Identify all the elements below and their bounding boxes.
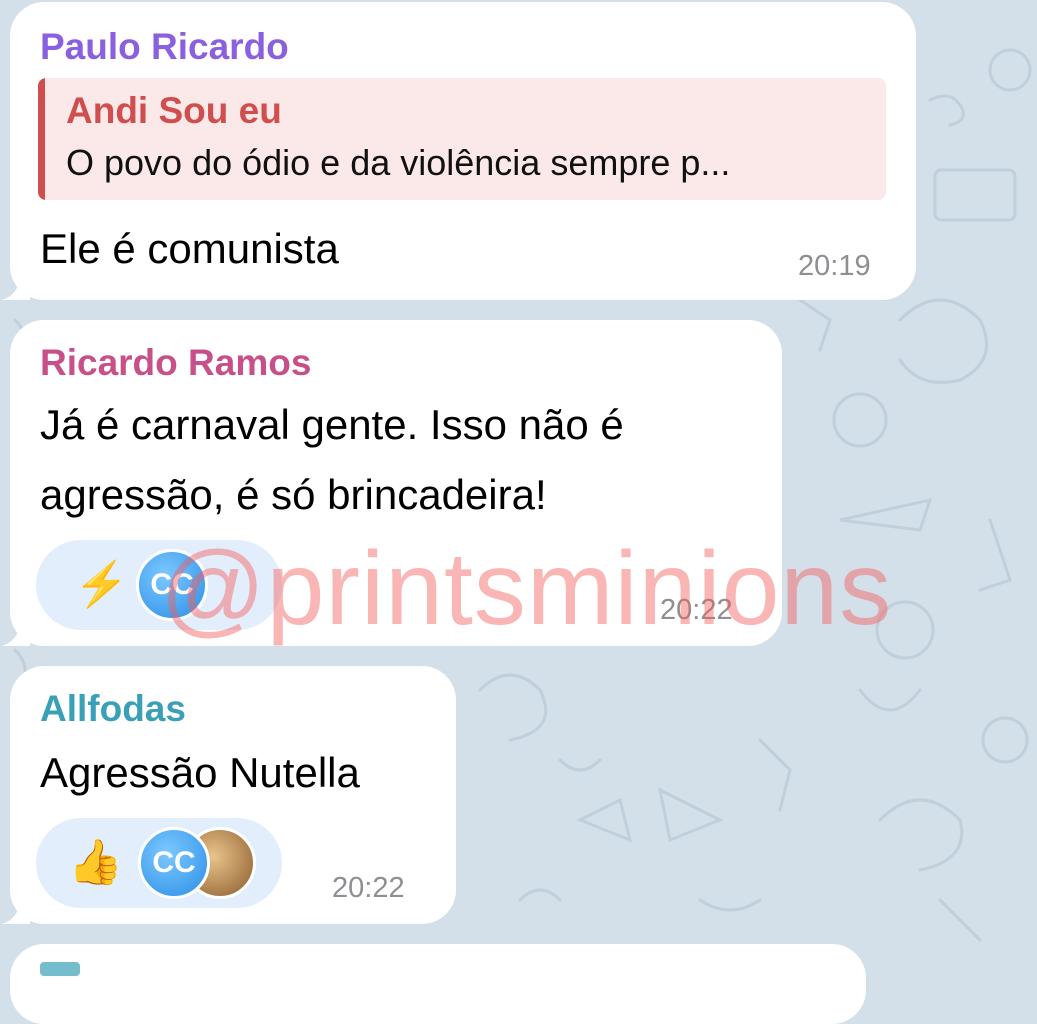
lightning-icon: ⚡ bbox=[74, 560, 129, 609]
message-text-line-2: agressão, é só brincadeira! bbox=[40, 471, 547, 518]
sender-name[interactable]: Allfodas bbox=[40, 688, 186, 730]
bubble-tail bbox=[2, 620, 30, 646]
message-time: 20:22 bbox=[332, 872, 405, 904]
message-text: Ele é comunista bbox=[40, 225, 339, 272]
message-text-line-1: Já é carnaval gente. Isso não é bbox=[40, 401, 624, 448]
message-time: 20:19 bbox=[798, 250, 871, 282]
message-bubble-3[interactable]: Allfodas Agressão Nutella 👍 CC 20:22 bbox=[2, 666, 456, 924]
reply-text: O povo do ódio e da violência sempre p..… bbox=[66, 142, 731, 183]
partial-sender-name bbox=[40, 962, 80, 976]
reply-accent-bar bbox=[38, 78, 45, 200]
bubble-tail bbox=[2, 898, 30, 924]
bubble-tail bbox=[2, 274, 30, 300]
sender-name[interactable]: Ricardo Ramos bbox=[40, 342, 311, 384]
reply-sender-name: Andi Sou eu bbox=[66, 90, 282, 131]
reactor-avatar: CC bbox=[138, 827, 210, 899]
message-bubble-1[interactable]: Paulo Ricardo Andi Sou eu O povo do ódio… bbox=[2, 2, 916, 300]
reaction-chip[interactable]: 👍 CC bbox=[36, 818, 282, 908]
message-text: Agressão Nutella bbox=[40, 749, 360, 796]
reply-quote[interactable]: Andi Sou eu O povo do ódio e da violênci… bbox=[38, 78, 886, 200]
sender-name[interactable]: Paulo Ricardo bbox=[40, 26, 289, 68]
watermark-text: @printsminions bbox=[160, 531, 893, 647]
message-bubble-partial[interactable] bbox=[10, 944, 866, 1024]
thumbs-up-icon: 👍 bbox=[68, 838, 123, 887]
